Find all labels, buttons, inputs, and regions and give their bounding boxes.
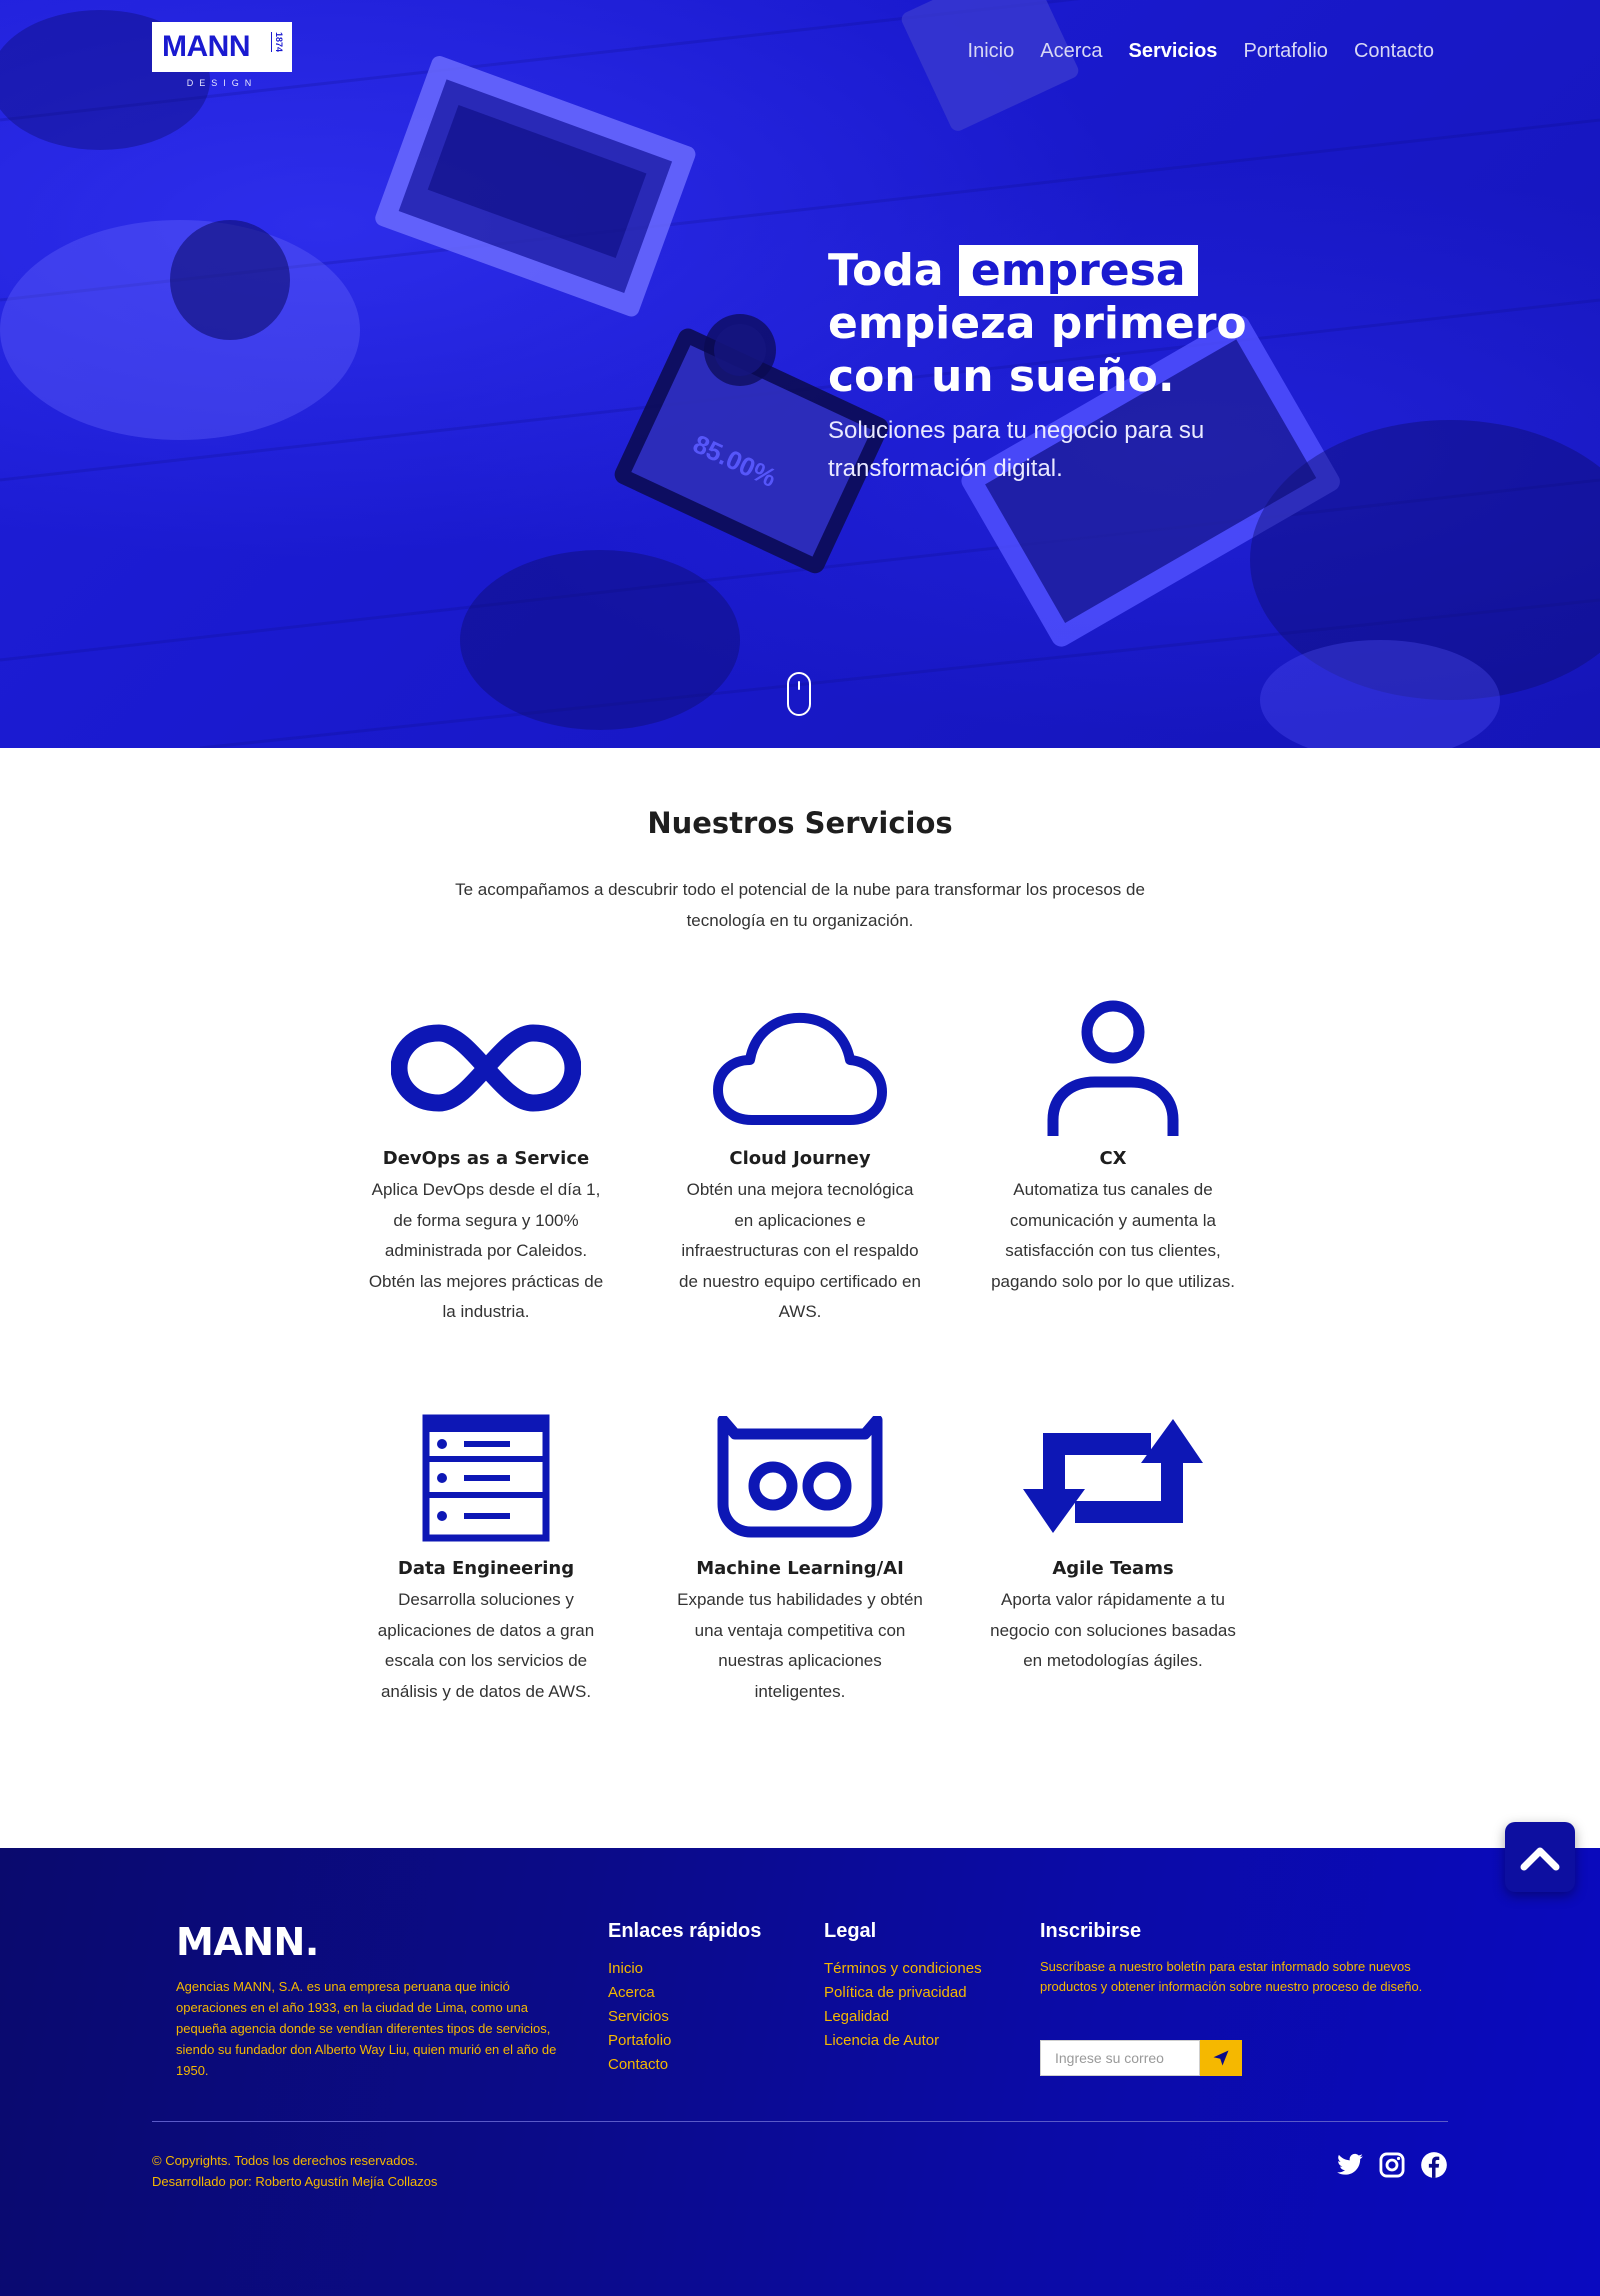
services-title: Nuestros Servicios xyxy=(647,806,953,840)
facebook-icon[interactable] xyxy=(1420,2151,1448,2179)
footer-about: Agencias MANN, S.A. es una empresa perua… xyxy=(176,1979,557,2078)
service-title: Agile Teams xyxy=(1052,1558,1174,1579)
newsletter-form xyxy=(1040,2040,1242,2076)
user-icon xyxy=(1013,988,1213,1148)
social-links xyxy=(1336,2151,1448,2179)
site-logo[interactable]: MANN 1874 xyxy=(152,22,292,72)
service-text: Automatiza tus canales de comunicación y… xyxy=(991,1180,1235,1291)
footer-link-inicio[interactable]: Inicio xyxy=(608,1957,761,1981)
newsletter-submit-button[interactable] xyxy=(1200,2040,1242,2076)
retweet-icon xyxy=(1013,1398,1213,1558)
nav-item-acerca[interactable]: Acerca xyxy=(1040,40,1102,63)
footer-quick-links-title: Enlaces rápidos xyxy=(608,1920,762,1942)
hero-section: 85.00% MANN 1874 DESIGN Inicio Acerca Se… xyxy=(0,0,1600,748)
footer-brand: MANN. xyxy=(176,1920,319,1964)
server-icon xyxy=(386,1398,586,1558)
service-title: DevOps as a Service xyxy=(382,1148,590,1169)
chevron-up-icon xyxy=(1520,1847,1560,1871)
twitter-icon[interactable] xyxy=(1336,2151,1364,2179)
nav-item-servicios[interactable]: Servicios xyxy=(1128,40,1217,63)
footer-link-legalidad[interactable]: Legalidad xyxy=(824,2005,982,2029)
footer-link-privacidad[interactable]: Política de privacidad xyxy=(824,1981,982,2005)
hero-title-word: Toda xyxy=(828,245,944,296)
hero-title-line3: con un sueño. xyxy=(828,351,1175,402)
footer-subscribe-title: Inscribirse xyxy=(1040,1920,1142,1942)
service-text: Expande tus habilidades y obtén una vent… xyxy=(677,1590,923,1701)
footer-link-terminos[interactable]: Términos y condiciones xyxy=(824,1957,982,1981)
service-title: Machine Learning/AI xyxy=(696,1558,904,1579)
hero-subtitle: Soluciones para tu negocio para su trans… xyxy=(828,417,1205,482)
services-description: Te acompañamos a descubrir todo el poten… xyxy=(455,880,1145,930)
nav-item-inicio[interactable]: Inicio xyxy=(968,40,1015,63)
footer-legal: Legal Términos y condiciones Política de… xyxy=(824,1920,982,2053)
footer-quick-links: Enlaces rápidos Inicio Acerca Servicios … xyxy=(608,1920,761,2077)
newsletter-email-input[interactable] xyxy=(1040,2040,1200,2076)
site-footer: MANN. Agencias MANN, S.A. es una empresa… xyxy=(0,1848,1600,2296)
developer-credit: Desarrollado por: Roberto Agustín Mejía … xyxy=(152,2174,438,2189)
hero-title-highlight: empresa xyxy=(958,245,1198,296)
footer-copyright: © Copyrights. Todos los derechos reserva… xyxy=(152,2150,437,2192)
service-card-cx: CX Automatiza tus canales de comunicació… xyxy=(988,988,1238,1297)
hero-title-line2: empieza primero xyxy=(828,298,1247,349)
nav-item-contacto[interactable]: Contacto xyxy=(1354,40,1434,63)
main-nav: Inicio Acerca Servicios Portafolio Conta… xyxy=(968,40,1434,63)
instagram-icon[interactable] xyxy=(1378,2151,1406,2179)
footer-link-portafolio[interactable]: Portafolio xyxy=(608,2029,761,2053)
service-card-agile: Agile Teams Aporta valor rápidamente a t… xyxy=(988,1398,1238,1677)
service-text: Aporta valor rápidamente a tu negocio co… xyxy=(990,1590,1236,1670)
cloud-icon xyxy=(700,988,900,1148)
logo-text: MANN xyxy=(162,30,251,63)
footer-link-acerca[interactable]: Acerca xyxy=(608,1981,761,2005)
service-text: Desarrolla soluciones y aplicaciones de … xyxy=(377,1590,595,1701)
robot-icon xyxy=(700,1398,900,1558)
service-title: Data Engineering xyxy=(397,1558,575,1579)
footer-subscribe-text: Suscríbase a nuestro boletín para estar … xyxy=(1040,1959,1423,1994)
send-icon xyxy=(1213,2050,1229,2066)
service-title: CX xyxy=(1099,1148,1127,1169)
scroll-to-top-button[interactable] xyxy=(1505,1822,1575,1892)
footer-link-contacto[interactable]: Contacto xyxy=(608,2053,761,2077)
service-text: Aplica DevOps desde el día 1, de forma s… xyxy=(368,1180,604,1321)
copyright-text: © Copyrights. Todos los derechos reserva… xyxy=(152,2153,418,2168)
service-title: Cloud Journey xyxy=(729,1148,871,1169)
nav-item-portafolio[interactable]: Portafolio xyxy=(1243,40,1328,63)
hero-background-image: 85.00% xyxy=(0,0,1600,748)
footer-divider xyxy=(152,2121,1448,2122)
footer-link-licencia[interactable]: Licencia de Autor xyxy=(824,2029,982,2053)
service-card-devops: DevOps as a Service Aplica DevOps desde … xyxy=(361,988,611,1328)
logo-year: 1874 xyxy=(271,32,284,53)
infinity-icon xyxy=(386,988,586,1148)
footer-legal-title: Legal xyxy=(824,1920,877,1942)
footer-subscribe: Inscribirse Suscríbase a nuestro boletín… xyxy=(1040,1920,1430,1997)
logo-subtitle: DESIGN xyxy=(186,78,258,88)
service-text: Obtén una mejora tecnológica en aplicaci… xyxy=(679,1180,921,1321)
service-card-cloud: Cloud Journey Obtén una mejora tecnológi… xyxy=(675,988,925,1328)
service-card-ml: Machine Learning/AI Expande tus habilida… xyxy=(675,1398,925,1707)
hero-title: Toda empresa empieza primero con un sueñ… xyxy=(828,244,1247,403)
service-card-data: Data Engineering Desarrolla soluciones y… xyxy=(361,1398,611,1707)
footer-link-servicios[interactable]: Servicios xyxy=(608,2005,761,2029)
mouse-scroll-icon[interactable] xyxy=(787,672,811,716)
